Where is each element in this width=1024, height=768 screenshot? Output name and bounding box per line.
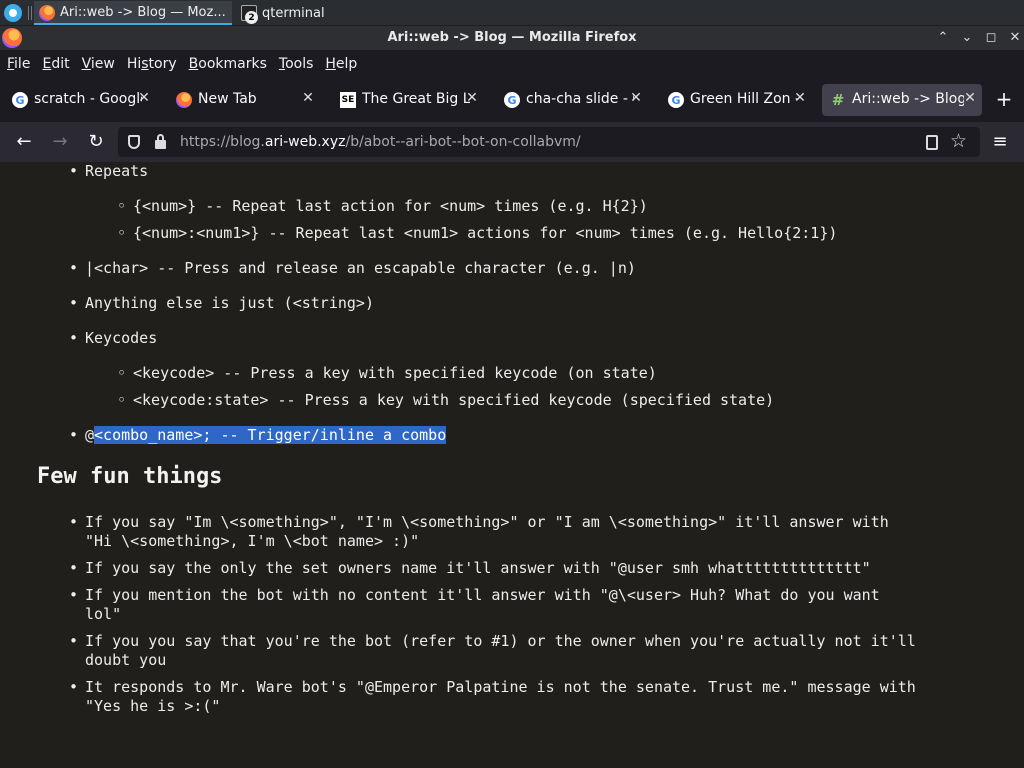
list-item: <keycode> -- Press a key with specified … [117, 364, 657, 382]
tab-label: The Great Big Li [362, 91, 470, 107]
hash-icon: # [831, 91, 845, 109]
reload-button[interactable]: ↻ [85, 131, 107, 153]
tab-close-icon[interactable]: ✕ [136, 90, 152, 108]
menu-tools[interactable]: Tools [279, 56, 314, 72]
menu-bookmarks[interactable]: Bookmarks [189, 56, 267, 72]
menu-file[interactable]: File [7, 56, 30, 72]
list-item: If you say the only the set owners name … [69, 559, 871, 577]
taskbar-task-qterminal[interactable]: qterminal [236, 1, 432, 25]
reader-view-icon[interactable] [926, 135, 938, 150]
taskbar-task-label: Ari::web -> Blog — Moz... [60, 4, 226, 20]
url-bar[interactable]: https://blog.ari-web.xyz/b/abot--ari-bot… [118, 127, 980, 157]
app-launcher-icon[interactable] [4, 4, 22, 22]
window-count-badge: 2 [245, 11, 258, 24]
tab-label: Green Hill Zon - [690, 91, 798, 107]
tab-label: Ari::web -> Blog [852, 91, 964, 107]
list-item-continuation: lol" [85, 605, 122, 623]
list-item: Anything else is just (<string>) [69, 294, 374, 312]
menubar: File Edit View History Bookmarks Tools H… [0, 50, 1024, 78]
tab-scratch-google[interactable]: G scratch - Google ✕ [4, 84, 156, 116]
forward-button[interactable]: → [49, 131, 71, 153]
maximize-icon[interactable]: ◻ [982, 29, 1000, 47]
tab-new-tab[interactable]: New Tab ✕ [168, 84, 320, 116]
tab-close-icon[interactable]: ✕ [792, 90, 808, 108]
back-button[interactable]: ← [13, 131, 35, 153]
google-icon: G [504, 92, 520, 108]
tab-close-icon[interactable]: ✕ [300, 90, 316, 108]
tab-ari-web-blog[interactable]: # Ari::web -> Blog ✕ [822, 84, 982, 116]
stack-exchange-icon: SE [340, 92, 356, 108]
taskbar-separator [28, 6, 32, 20]
list-item: Repeats [69, 162, 148, 180]
minimize-icon[interactable]: ⌃ [934, 29, 952, 47]
tab-great-big-list[interactable]: SE The Great Big Li ✕ [332, 84, 484, 116]
restore-icon[interactable]: ⌄ [958, 29, 976, 47]
window-titlebar[interactable]: Ari::web -> Blog — Mozilla Firefox ⌃ ⌄ ◻… [0, 26, 1024, 50]
window-title: Ari::web -> Blog — Mozilla Firefox [387, 30, 637, 45]
menu-edit[interactable]: Edit [42, 56, 69, 72]
list-item-continuation: doubt you [85, 651, 167, 669]
list-item-continuation: "Hi \<something>, I'm \<bot name> :)" [85, 532, 420, 550]
menu-view[interactable]: View [82, 56, 115, 72]
new-tab-button[interactable]: + [993, 88, 1015, 112]
list-item: Keycodes [69, 329, 157, 347]
tab-close-icon[interactable]: ✕ [962, 90, 978, 108]
list-item-combo: @<combo_name>; -- Trigger/inline a combo [69, 426, 447, 444]
tab-label: scratch - Google [34, 91, 142, 107]
section-heading: Few fun things [37, 464, 223, 489]
list-item: If you you say that you're the bot (refe… [69, 632, 916, 650]
tab-bar: G scratch - Google ✕ New Tab ✕ SE The Gr… [0, 78, 1024, 122]
menu-help[interactable]: Help [325, 56, 357, 72]
bookmark-star-icon[interactable]: ☆ [950, 130, 967, 152]
list-item: If you say "Im \<something>", "I'm \<som… [69, 513, 889, 531]
list-item: |<char> -- Press and release an escapabl… [69, 259, 636, 277]
tracking-protection-shield-icon[interactable] [128, 135, 140, 149]
selected-text: <combo_name>; -- Trigger/inline a combo [94, 426, 447, 444]
tab-label: New Tab [198, 91, 257, 107]
tab-cha-cha-slide[interactable]: G cha-cha slide - G ✕ [496, 84, 648, 116]
google-icon: G [12, 92, 28, 108]
navigation-toolbar: ← → ↻ https://blog.ari-web.xyz/b/abot--a… [0, 122, 1024, 162]
app-menu-icon[interactable]: ≡ [990, 131, 1010, 153]
list-item: It responds to Mr. Ware bot's "@Emperor … [69, 678, 916, 696]
menu-history[interactable]: History [127, 56, 177, 72]
firefox-icon [176, 92, 192, 108]
tab-close-icon[interactable]: ✕ [464, 90, 480, 108]
lock-icon[interactable] [155, 134, 166, 149]
firefox-icon [39, 5, 55, 21]
list-item-continuation: "Yes he is >:(" [85, 697, 221, 715]
tab-close-icon[interactable]: ✕ [628, 90, 644, 108]
list-item: <keycode:state> -- Press a key with spec… [117, 391, 774, 409]
tab-green-hill-zone[interactable]: G Green Hill Zon - ✕ [660, 84, 812, 116]
url-text[interactable]: https://blog.ari-web.xyz/b/abot--ari-bot… [180, 134, 581, 150]
taskbar: Ari::web -> Blog — Moz... qterminal 2 [0, 0, 1024, 26]
page-content: Repeats {<num>} -- Repeat last action fo… [0, 162, 1024, 768]
list-item: If you mention the bot with no content i… [69, 586, 880, 604]
list-item: {<num>:<num1>} -- Repeat last <num1> act… [117, 224, 837, 242]
close-icon[interactable]: ✕ [1006, 29, 1024, 47]
taskbar-task-firefox[interactable]: Ari::web -> Blog — Moz... [34, 1, 232, 25]
list-item: {<num>} -- Repeat last action for <num> … [117, 197, 648, 215]
google-icon: G [668, 92, 684, 108]
taskbar-task-label: qterminal [262, 5, 325, 21]
tab-label: cha-cha slide - G [526, 91, 634, 107]
